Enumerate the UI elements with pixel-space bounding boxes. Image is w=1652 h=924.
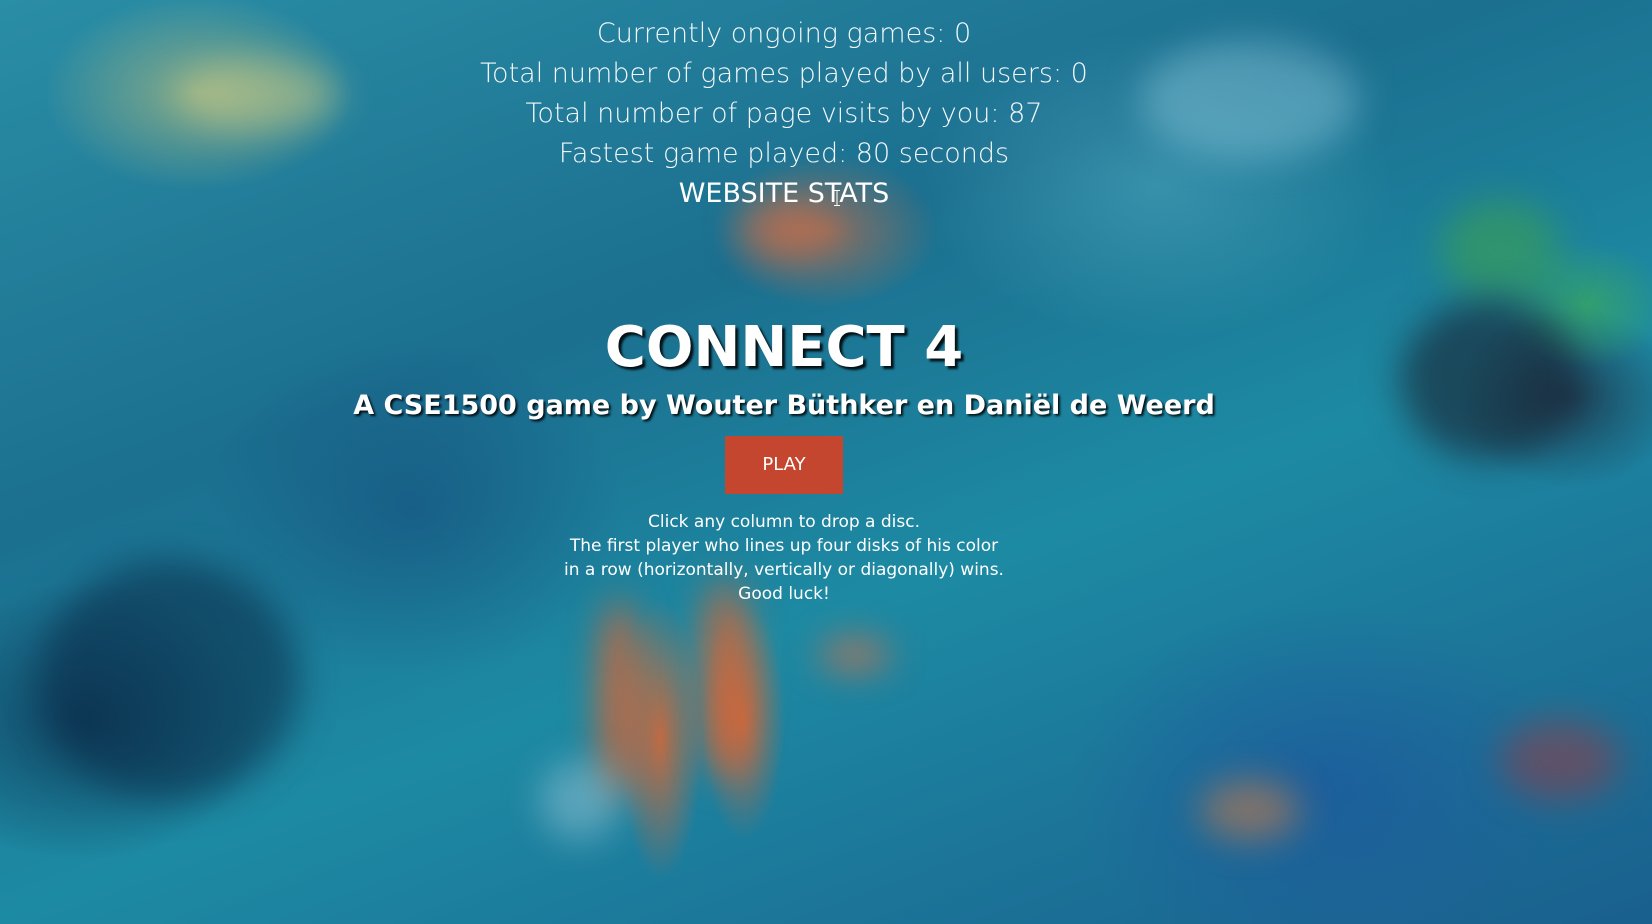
- instruction-line: Click any column to drop a disc.: [648, 512, 920, 532]
- background-blob: [700, 580, 750, 780]
- ongoing-games-stat: Currently ongoing games: 0: [596, 18, 972, 49]
- page-visits-stat: Total number of page visits by you: 87: [525, 98, 1043, 129]
- text-cursor-icon: [834, 190, 840, 206]
- website-stats-title[interactable]: WEBSITE STATS: [0, 174, 1568, 214]
- background-blob: [1200, 780, 1300, 840]
- game-title: CONNECT 4: [604, 315, 964, 380]
- website-stats-panel: Currently ongoing games: 0 Total number …: [0, 14, 1568, 214]
- fastest-game-stat: Fastest game played: 80 seconds: [558, 138, 1010, 169]
- play-button[interactable]: PLAY: [725, 436, 843, 494]
- total-games-stat: Total number of games played by all user…: [480, 58, 1088, 89]
- background-blob: [540, 760, 620, 840]
- hero-section: CONNECT 4 A CSE1500 game by Wouter Büthk…: [0, 316, 1568, 606]
- background-blob: [1440, 200, 1560, 300]
- game-subtitle: A CSE1500 game by Wouter Büthker en Dani…: [353, 390, 1215, 421]
- instruction-line: in a row (horizontally, vertically or di…: [564, 560, 1004, 580]
- instruction-line: The first player who lines up four disks…: [569, 536, 999, 556]
- background-blob: [820, 640, 890, 670]
- background-blob: [1500, 720, 1620, 800]
- instruction-line: Good luck!: [738, 584, 830, 604]
- game-instructions: Click any column to drop a disc. The fir…: [0, 510, 1568, 606]
